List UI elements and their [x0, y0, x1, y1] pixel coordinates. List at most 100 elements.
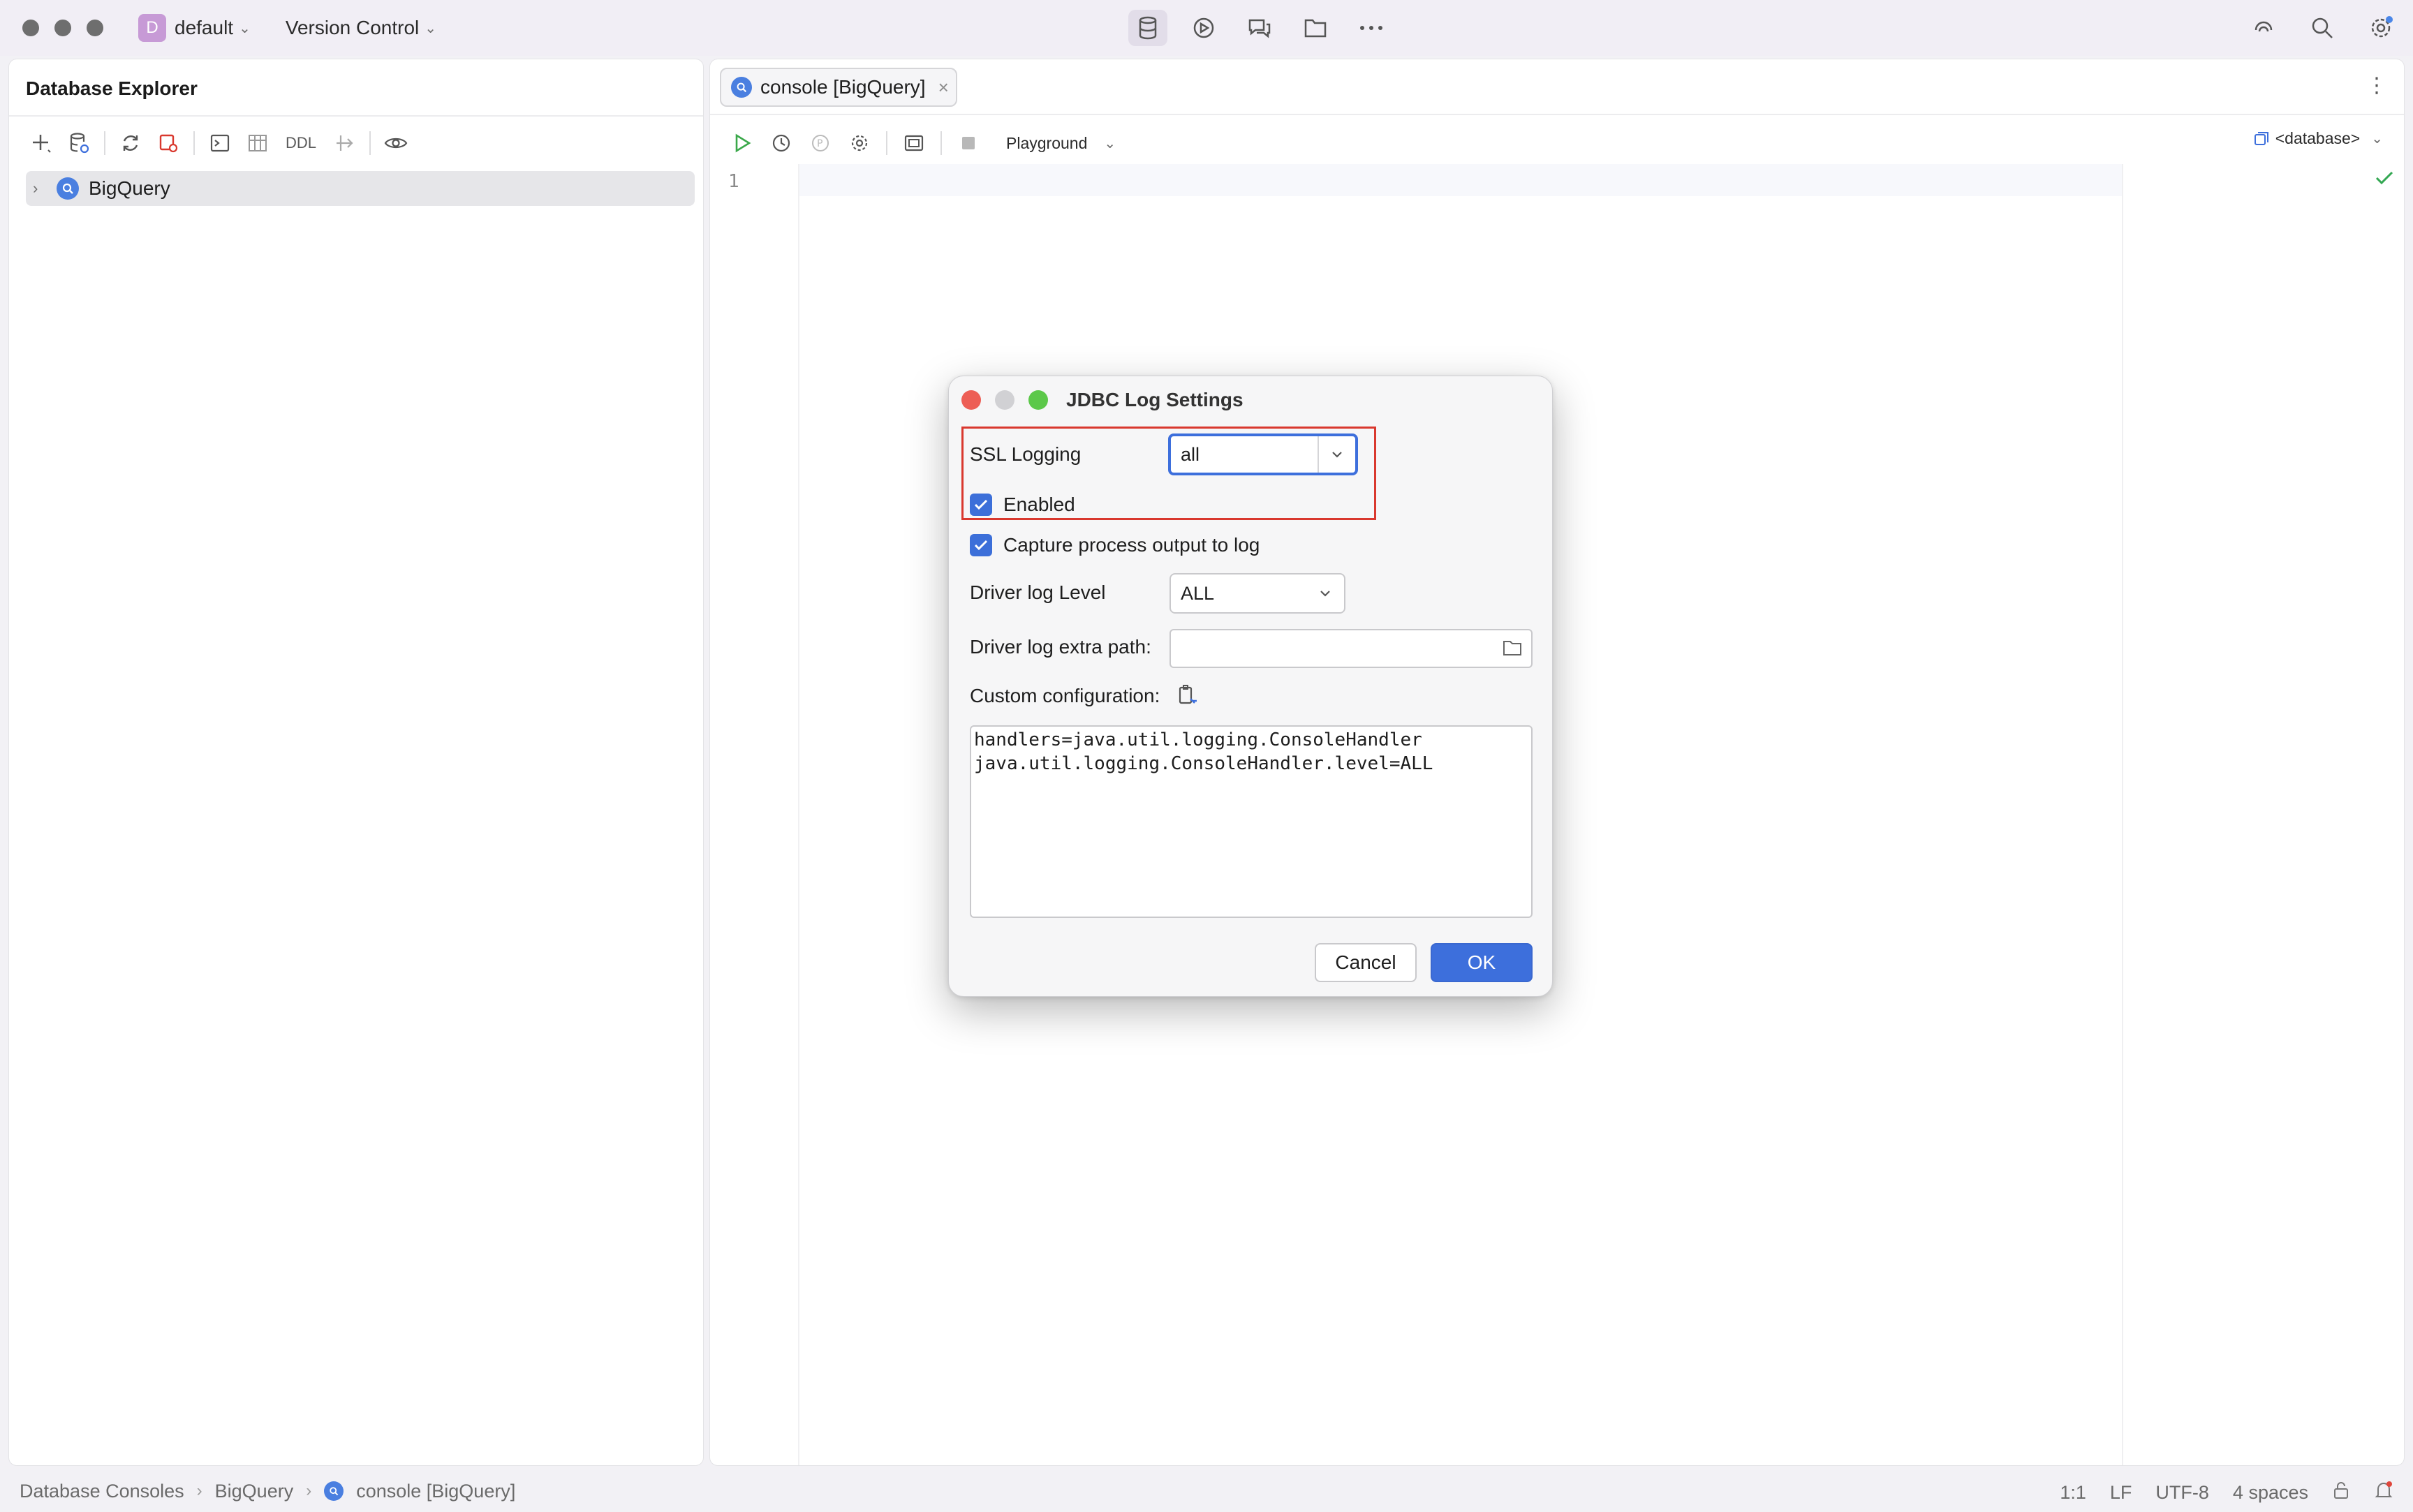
breadcrumb: Database Consoles › BigQuery › console […	[20, 1481, 515, 1502]
data-source-properties-icon[interactable]	[65, 129, 93, 157]
more-vertical-icon[interactable]: ⋮	[2366, 73, 2387, 98]
settings-gear-icon[interactable]	[846, 129, 873, 157]
minimize-window-button[interactable]	[54, 20, 71, 36]
divider	[104, 131, 105, 155]
close-window-button[interactable]	[22, 20, 39, 36]
editor-toolbar: P Playground ⌄	[728, 124, 1116, 163]
breadcrumb-item[interactable]: console [BigQuery]	[356, 1481, 515, 1502]
database-icon[interactable]	[1128, 10, 1167, 46]
status-widgets: 1:1 LF UTF-8 4 spaces	[2060, 1480, 2393, 1506]
ssl-logging-label: SSL Logging	[970, 443, 1082, 465]
tree-item-bigquery[interactable]: › BigQuery	[26, 171, 695, 206]
view-options-eye-icon[interactable]	[382, 129, 410, 157]
ddl-button[interactable]: DDL	[281, 134, 320, 152]
stop-icon[interactable]	[954, 129, 982, 157]
version-control-menu[interactable]: Version Control	[286, 17, 419, 39]
capture-output-label: Capture process output to log	[1003, 534, 1260, 556]
chevron-down-icon[interactable]	[1318, 436, 1355, 473]
driver-log-level-select[interactable]: ALL	[1169, 573, 1345, 614]
database-selector[interactable]: <database> ⌄	[2253, 129, 2383, 148]
chevron-down-icon: ⌄	[239, 20, 251, 36]
notifications-bell-icon[interactable]	[2374, 1480, 2393, 1506]
more-icon[interactable]	[1352, 10, 1391, 46]
console-icon[interactable]	[206, 129, 234, 157]
editor-tab-bar: console [BigQuery] × ⋮	[710, 59, 2404, 115]
paste-config-icon[interactable]	[1176, 683, 1199, 711]
ai-assistant-icon[interactable]	[2245, 10, 2282, 46]
database-label: <database>	[2275, 129, 2361, 147]
tab-label: console [BigQuery]	[760, 76, 926, 98]
tree-item-label: BigQuery	[89, 177, 170, 199]
ok-button[interactable]: OK	[1431, 943, 1533, 982]
chevron-down-icon[interactable]	[1306, 575, 1344, 612]
svg-text:P: P	[817, 138, 822, 149]
folder-icon[interactable]	[1296, 10, 1335, 46]
jdbc-log-settings-dialog: JDBC Log Settings SSL Logging all Enable…	[948, 376, 1553, 997]
chevron-right-icon: ›	[306, 1481, 312, 1500]
file-encoding[interactable]: UTF-8	[2155, 1482, 2209, 1504]
indent-setting[interactable]: 4 spaces	[2233, 1482, 2308, 1504]
playground-mode-selector[interactable]: Playground	[1006, 134, 1087, 153]
layout-panel-icon[interactable]	[900, 129, 928, 157]
zoom-dialog-button[interactable]	[1028, 390, 1048, 410]
capture-output-checkbox[interactable]	[970, 534, 992, 556]
caret-position[interactable]: 1:1	[2060, 1482, 2086, 1504]
tool-window-bar	[1128, 10, 1391, 46]
line-ending[interactable]: LF	[2110, 1482, 2132, 1504]
breadcrumb-item[interactable]: BigQuery	[215, 1481, 294, 1502]
enabled-checkbox[interactable]	[970, 494, 992, 516]
history-clock-icon[interactable]	[767, 129, 795, 157]
ssl-logging-value: all	[1181, 443, 1200, 465]
lock-icon[interactable]	[2332, 1481, 2350, 1505]
line-gutter	[710, 164, 799, 1465]
enabled-label: Enabled	[1003, 494, 1075, 515]
ai-chat-icon[interactable]	[1240, 10, 1279, 46]
divider	[369, 131, 371, 155]
line-number: 1	[728, 171, 739, 192]
dialog-window-controls	[961, 390, 1048, 410]
tab-console-bigquery[interactable]: console [BigQuery] ×	[720, 68, 957, 107]
chevron-down-icon: ⌄	[425, 20, 437, 36]
close-dialog-button[interactable]	[961, 390, 981, 410]
dialog-title: JDBC Log Settings	[1066, 389, 1244, 410]
compare-icon[interactable]	[330, 129, 358, 157]
bigquery-icon	[57, 177, 79, 200]
divider	[886, 131, 887, 155]
close-tab-icon[interactable]: ×	[938, 77, 949, 98]
custom-config-textarea[interactable]: handlers=java.util.logging.ConsoleHandle…	[970, 725, 1533, 918]
cancel-button[interactable]: Cancel	[1315, 943, 1417, 982]
driver-log-path-label: Driver log extra path:	[970, 636, 1151, 658]
explorer-toolbar: DDL	[27, 124, 410, 163]
breadcrumb-item[interactable]: Database Consoles	[20, 1481, 184, 1502]
browse-folder-icon[interactable]	[1502, 639, 1523, 660]
disconnect-icon[interactable]	[154, 129, 182, 157]
title-bar: D default ⌄ Version Control ⌄	[0, 0, 2413, 56]
check-icon	[2375, 170, 2394, 190]
settings-gear-icon[interactable]	[2363, 10, 2399, 46]
chevron-down-icon: ⌄	[2371, 131, 2383, 147]
chevron-down-icon: ⌄	[1104, 135, 1116, 151]
divider	[9, 115, 703, 117]
add-icon[interactable]	[27, 129, 55, 157]
ssl-logging-select[interactable]: all	[1168, 433, 1358, 475]
chevron-right-icon: ›	[196, 1481, 202, 1500]
table-icon[interactable]	[244, 129, 272, 157]
schema-icon	[2254, 131, 2268, 145]
transaction-mode-icon[interactable]: P	[806, 129, 834, 157]
right-margin-guide	[2122, 164, 2123, 1465]
titlebar-right-tools	[2245, 10, 2399, 46]
custom-config-label: Custom configuration:	[970, 685, 1160, 706]
search-icon[interactable]	[2304, 10, 2340, 46]
database-explorer-panel: Database Explorer DDL › BigQuery	[8, 59, 704, 1466]
zoom-window-button[interactable]	[87, 20, 103, 36]
minimize-dialog-button	[995, 390, 1014, 410]
chevron-right-icon[interactable]: ›	[33, 179, 47, 198]
execute-play-icon[interactable]	[728, 129, 756, 157]
project-badge[interactable]: D	[138, 14, 166, 42]
driver-log-path-input[interactable]	[1169, 629, 1533, 668]
services-icon[interactable]	[1184, 10, 1223, 46]
refresh-icon[interactable]	[117, 129, 145, 157]
divider	[193, 131, 195, 155]
project-selector[interactable]: default	[175, 17, 233, 39]
current-line-highlight	[799, 164, 2122, 196]
